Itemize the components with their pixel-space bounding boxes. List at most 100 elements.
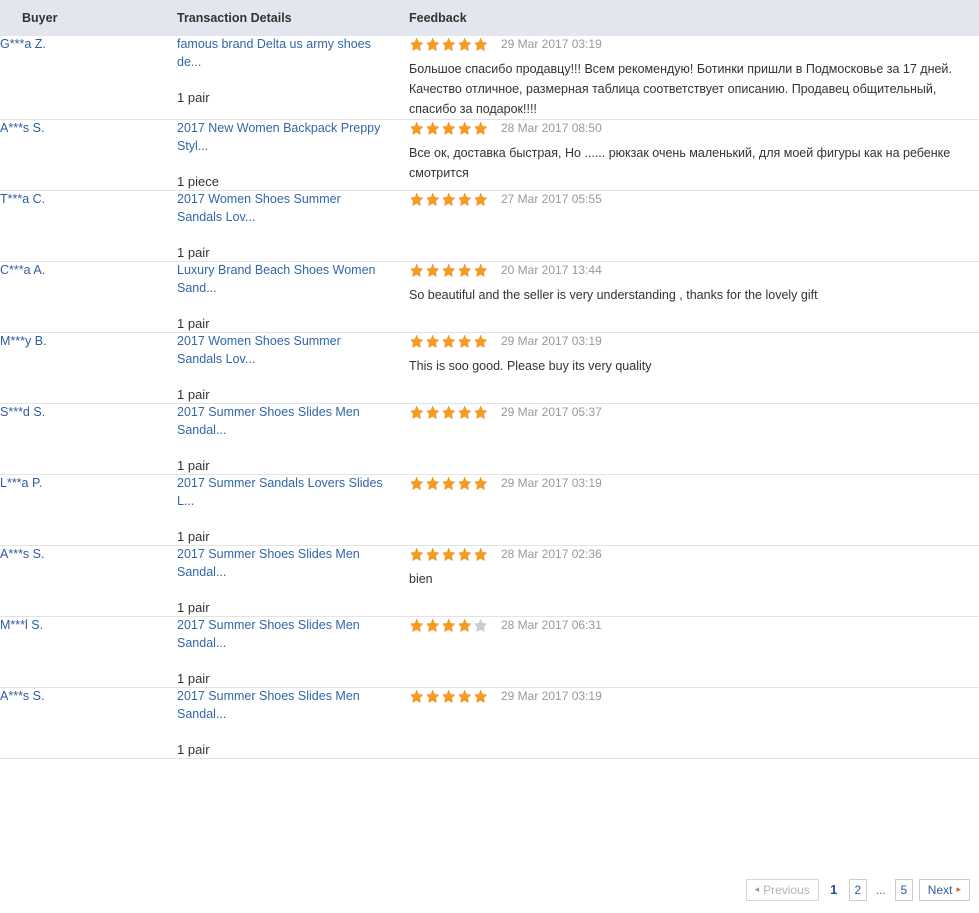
star-filled-icon xyxy=(458,547,472,561)
transaction-cell: 2017 Summer Shoes Slides Men Sandal... 1 … xyxy=(177,545,409,617)
feedback-header: 27 Mar 2017 05:55 xyxy=(409,191,979,207)
transaction-cell: famous brand Delta us army shoes de... 1 … xyxy=(177,36,409,120)
next-page-label: Next xyxy=(927,882,953,897)
star-filled-icon xyxy=(474,547,488,561)
star-filled-icon xyxy=(458,37,472,51)
product-title-link[interactable]: 2017 Women Shoes Summer Sandals Lov... xyxy=(177,333,389,368)
buyer-name-link[interactable]: A***s S. xyxy=(0,547,44,561)
feedback-date: 29 Mar 2017 05:37 xyxy=(501,405,602,419)
buyer-cell: L***a P. xyxy=(0,474,177,546)
previous-page-button[interactable]: ◂ Previous xyxy=(745,878,819,901)
product-title-link[interactable]: Luxury Brand Beach Shoes Women Sand... xyxy=(177,262,389,297)
product-title-link[interactable]: 2017 New Women Backpack Preppy Styl... xyxy=(177,120,389,155)
star-filled-icon xyxy=(426,263,440,277)
product-title-link[interactable]: famous brand Delta us army shoes de... xyxy=(177,36,389,71)
page-number-list: 1 2... 5 xyxy=(819,879,913,901)
buyer-name-link[interactable]: L***a P. xyxy=(0,476,42,490)
product-title-link[interactable]: 2017 Summer Shoes Slides Men Sandal... xyxy=(177,617,389,652)
buyer-name-link[interactable]: T***a C. xyxy=(0,192,45,206)
transaction-cell: 2017 Women Shoes Summer Sandals Lov... 1 … xyxy=(177,332,409,404)
feedback-date: 28 Mar 2017 06:31 xyxy=(501,618,602,632)
product-title-link[interactable]: 2017 Summer Shoes Slides Men Sandal... xyxy=(177,546,389,581)
column-header-transaction-details: Transaction Details xyxy=(177,0,409,36)
table-row: G***a Z. famous brand Delta us army shoes… xyxy=(0,36,979,120)
page-number-1[interactable]: 1 xyxy=(825,879,843,901)
transaction-cell: Luxury Brand Beach Shoes Women Sand... 1 … xyxy=(177,261,409,333)
star-filled-icon xyxy=(426,476,440,490)
table-row: C***a A. Luxury Brand Beach Shoes Women S… xyxy=(0,261,979,333)
column-header-buyer: Buyer xyxy=(0,0,177,36)
buyer-cell: G***a Z. xyxy=(0,36,177,120)
transaction-cell: 2017 New Women Backpack Preppy Styl... 1 … xyxy=(177,119,409,191)
star-filled-icon xyxy=(442,121,456,135)
buyer-cell: M***l S. xyxy=(0,616,177,688)
product-quantity: 1 pair xyxy=(177,245,210,260)
page-number-2[interactable]: 2 xyxy=(848,879,867,901)
product-title-link[interactable]: 2017 Summer Sandals Lovers Slides L... xyxy=(177,475,389,510)
star-filled-icon xyxy=(442,405,456,419)
star-rating xyxy=(409,262,489,278)
product-quantity: 1 pair xyxy=(177,600,210,615)
star-filled-icon xyxy=(458,405,472,419)
feedback-date: 28 Mar 2017 02:36 xyxy=(501,547,602,561)
page-ellipsis: ... xyxy=(875,883,886,897)
star-filled-icon xyxy=(458,476,472,490)
table-row: A***s S. 2017 New Women Backpack Preppy S… xyxy=(0,119,979,191)
table-header: Buyer Transaction Details Feedback xyxy=(0,0,979,36)
feedback-cell: 29 Mar 2017 03:19 This is soo good. Pleas… xyxy=(409,332,979,404)
feedback-date: 27 Mar 2017 05:55 xyxy=(501,192,602,206)
feedback-header: 29 Mar 2017 03:19 xyxy=(409,475,979,491)
buyer-cell: A***s S. xyxy=(0,545,177,617)
transaction-cell: 2017 Summer Shoes Slides Men Sandal... 1 … xyxy=(177,687,409,759)
star-filled-icon xyxy=(474,121,488,135)
buyer-name-link[interactable]: A***s S. xyxy=(0,121,44,135)
feedback-cell: 28 Mar 2017 02:36 bien xyxy=(409,545,979,617)
page-number-5[interactable]: 5 xyxy=(894,879,913,901)
star-filled-icon xyxy=(442,192,456,206)
star-filled-icon xyxy=(474,37,488,51)
pagination: ◂ Previous 1 2... 5 Next ▸ xyxy=(745,878,970,901)
star-filled-icon xyxy=(410,618,424,632)
star-filled-icon xyxy=(426,334,440,348)
table-row: A***s S. 2017 Summer Shoes Slides Men San… xyxy=(0,687,979,759)
feedback-comment: Большое спасибо продавцу!!! Всем рекомен… xyxy=(409,62,952,116)
buyer-name-link[interactable]: M***l S. xyxy=(0,618,43,632)
star-rating xyxy=(409,617,489,633)
product-title-link[interactable]: 2017 Women Shoes Summer Sandals Lov... xyxy=(177,191,389,226)
product-title-link[interactable]: 2017 Summer Shoes Slides Men Sandal... xyxy=(177,404,389,439)
buyer-name-link[interactable]: A***s S. xyxy=(0,689,44,703)
transaction-cell: 2017 Summer Shoes Slides Men Sandal... 1 … xyxy=(177,616,409,688)
buyer-name-link[interactable]: S***d S. xyxy=(0,405,45,419)
product-quantity: 1 pair xyxy=(177,529,210,544)
feedback-header: 28 Mar 2017 02:36 xyxy=(409,546,979,562)
product-title-link[interactable]: 2017 Summer Shoes Slides Men Sandal... xyxy=(177,688,389,723)
feedback-cell: 28 Mar 2017 06:31 xyxy=(409,616,979,688)
star-rating xyxy=(409,333,489,349)
feedback-header: 29 Mar 2017 03:19 xyxy=(409,333,979,349)
feedback-cell: 29 Mar 2017 03:19 xyxy=(409,474,979,546)
feedback-header: 29 Mar 2017 05:37 xyxy=(409,404,979,420)
star-rating xyxy=(409,120,489,136)
star-rating xyxy=(409,688,489,704)
buyer-cell: T***a C. xyxy=(0,190,177,262)
transaction-cell: 2017 Women Shoes Summer Sandals Lov... 1 … xyxy=(177,190,409,262)
feedback-comment: bien xyxy=(409,572,433,586)
feedback-date: 29 Mar 2017 03:19 xyxy=(501,476,602,490)
star-filled-icon xyxy=(474,476,488,490)
buyer-name-link[interactable]: M***y B. xyxy=(0,334,47,348)
star-filled-icon xyxy=(410,334,424,348)
next-page-button[interactable]: Next ▸ xyxy=(918,878,970,901)
feedback-header: 20 Mar 2017 13:44 xyxy=(409,262,979,278)
feedback-date: 20 Mar 2017 13:44 xyxy=(501,263,602,277)
star-filled-icon xyxy=(410,689,424,703)
feedback-date: 28 Mar 2017 08:50 xyxy=(501,121,602,135)
feedback-comment: So beautiful and the seller is very unde… xyxy=(409,288,818,302)
buyer-name-link[interactable]: C***a A. xyxy=(0,263,45,277)
triangle-right-icon: ▸ xyxy=(956,884,961,895)
feedback-cell: 28 Mar 2017 08:50 Все ок, доставка быстра… xyxy=(409,119,979,191)
product-quantity: 1 pair xyxy=(177,387,210,402)
feedback-comment: Все ок, доставка быстрая, Но ...... рюкз… xyxy=(409,146,951,180)
star-filled-icon xyxy=(410,121,424,135)
feedback-cell: 27 Mar 2017 05:55 xyxy=(409,190,979,262)
buyer-name-link[interactable]: G***a Z. xyxy=(0,37,46,51)
